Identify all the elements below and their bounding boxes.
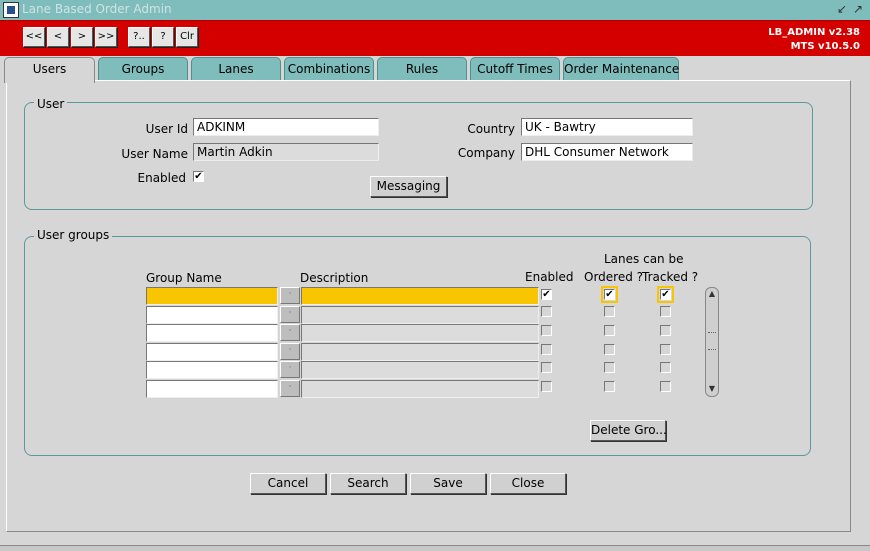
tracked-header: Tracked ? [642,270,699,284]
group-name-cell[interactable] [146,361,278,379]
group-name-cell[interactable] [146,306,278,324]
save-button[interactable]: Save [410,473,486,494]
ordered-checkbox[interactable] [604,362,615,373]
ordered-header: Ordered ? [584,270,644,284]
country-label: Country [467,122,515,136]
group-enabled-checkbox[interactable] [541,362,552,373]
description-cell[interactable] [301,287,539,305]
tracked-checkbox[interactable] [660,344,671,355]
mts-version-label: MTS v10.5.0 [790,41,860,52]
lanes-can-be-header: Lanes can be [604,252,684,266]
user-groups-legend: User groups [34,228,113,242]
tab-combinations[interactable]: Combinations [284,57,374,80]
group-lov-button[interactable]: · [280,324,300,341]
description-cell[interactable] [301,361,539,379]
ordered-checkbox[interactable]: ✔ [601,286,618,303]
user-enabled-checkbox[interactable]: ✔ [193,171,204,182]
tab-lanes[interactable]: Lanes [191,57,281,80]
user-name-label: User Name [121,147,188,161]
group-lov-button[interactable]: · [280,343,300,360]
scroll-up-icon[interactable]: ▲ [706,288,718,300]
tracked-checkbox[interactable] [660,381,671,392]
previous-record-button[interactable]: < [47,27,69,47]
groups-scrollbar[interactable]: ▲ ▼ [705,287,719,397]
group-name-header: Group Name [146,271,222,285]
next-record-button[interactable]: > [71,27,93,47]
app-icon [3,2,19,18]
tab-users[interactable]: Users [4,57,95,83]
version-label: LB_ADMIN v2.38 [768,27,860,38]
tab-order-maintenance[interactable]: Order Maintenance [563,57,679,80]
tab-groups[interactable]: Groups [98,57,188,80]
description-cell[interactable] [301,343,539,361]
group-enabled-checkbox[interactable] [541,306,552,317]
ordered-checkbox[interactable] [604,344,615,355]
company-label: Company [457,146,515,160]
description-cell[interactable] [301,306,539,324]
description-cell[interactable] [301,324,539,342]
title-bar: Lane Based Order Admin ↙ ↗ [0,0,870,20]
close-button[interactable]: Close [490,473,566,494]
tracked-checkbox[interactable]: ✔ [657,286,674,303]
window-title: Lane Based Order Admin [22,2,172,16]
group-enabled-checkbox[interactable]: ✔ [541,289,552,300]
enabled-header: Enabled [525,270,574,284]
maximize-icon[interactable]: ↗ [851,2,865,16]
group-lov-button[interactable]: · [280,306,300,323]
group-name-cell[interactable] [146,343,278,361]
tab-rules[interactable]: Rules [377,57,467,80]
help-button[interactable]: ? [152,27,174,47]
toolbar: << < > >> ?.. ? Clr LB_ADMIN v2.38 MTS v… [0,20,870,56]
user-legend: User [34,97,68,111]
tracked-checkbox[interactable] [660,325,671,336]
tracked-checkbox[interactable] [660,306,671,317]
group-lov-button[interactable]: · [280,287,300,304]
search-button[interactable]: Search [330,473,406,494]
cancel-button[interactable]: Cancel [250,473,326,494]
ordered-checkbox[interactable] [604,306,615,317]
tracked-checkbox[interactable] [660,362,671,373]
group-lov-button[interactable]: · [280,361,300,378]
description-header: Description [300,271,369,285]
window-bottom-edge [0,545,870,551]
minimize-icon[interactable]: ↙ [835,2,849,16]
tab-cutoff-times[interactable]: Cutoff Times [470,57,560,80]
group-name-cell[interactable] [146,324,278,342]
ordered-checkbox[interactable] [604,381,615,392]
delete-group-button[interactable]: Delete Gro... [590,420,667,441]
user-name-field[interactable]: Martin Adkin [193,143,379,161]
country-field[interactable]: UK - Bawtry [521,118,693,136]
ordered-checkbox[interactable] [604,325,615,336]
user-id-label: User Id [145,122,188,136]
group-lov-button[interactable]: · [280,380,300,397]
group-enabled-checkbox[interactable] [541,325,552,336]
group-enabled-checkbox[interactable] [541,381,552,392]
scroll-thumb[interactable] [708,332,716,350]
group-name-cell[interactable] [146,380,278,398]
user-id-field[interactable]: ADKINM [193,118,379,136]
company-field[interactable]: DHL Consumer Network [521,143,693,161]
clear-button[interactable]: Clr [176,27,198,47]
group-enabled-checkbox[interactable] [541,344,552,355]
description-cell[interactable] [301,380,539,398]
query-list-button[interactable]: ?.. [128,27,150,47]
scroll-down-icon[interactable]: ▼ [706,383,718,395]
last-record-button[interactable]: >> [95,27,117,47]
first-record-button[interactable]: << [23,27,45,47]
group-name-cell[interactable] [146,287,278,305]
messaging-button[interactable]: Messaging [370,176,447,197]
enabled-label: Enabled [137,171,187,185]
